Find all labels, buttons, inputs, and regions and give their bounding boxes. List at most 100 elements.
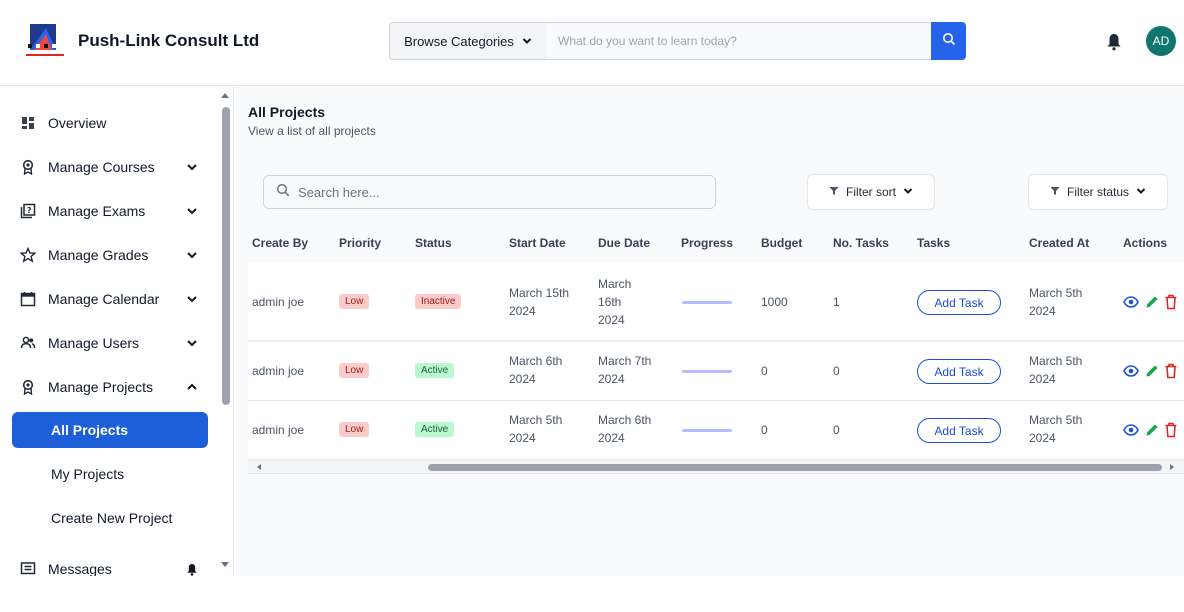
scroll-down-arrow-icon[interactable] — [221, 562, 229, 567]
sidebar-item-manage-exams[interactable]: ? Manage Exams — [12, 193, 208, 229]
chevron-down-icon — [184, 247, 200, 263]
column-header-budget[interactable]: Budget — [761, 236, 802, 250]
table-row[interactable]: admin joe Low Active March 6th 2024 Marc… — [248, 342, 1184, 401]
cell-start-date: March 15th 2024 — [509, 286, 570, 318]
column-header-tasks[interactable]: Tasks — [917, 236, 950, 250]
table-scrollbar-thumb[interactable] — [428, 464, 1162, 471]
chevron-down-icon — [903, 185, 913, 199]
column-header-priority[interactable]: Priority — [339, 236, 381, 250]
sidebar-item-manage-calendar[interactable]: Manage Calendar — [12, 281, 208, 317]
column-header-created-at[interactable]: Created At — [1029, 236, 1089, 250]
cell-start-date: March 5th 2024 — [509, 413, 563, 445]
column-header-status[interactable]: Status — [415, 236, 452, 250]
table-horizontal-scrollbar[interactable] — [248, 459, 1184, 474]
sidebar-item-manage-courses[interactable]: Manage Courses — [12, 149, 208, 185]
cell-due-date: March 7th 2024 — [598, 354, 652, 386]
course-search-input[interactable] — [546, 22, 932, 60]
filter-status-button[interactable]: Filter status — [1028, 174, 1168, 210]
brand-name[interactable]: Push-Link Consult Ltd — [78, 31, 259, 51]
scroll-right-arrow-icon[interactable] — [1170, 464, 1174, 470]
sidebar-scrollbar-thumb[interactable] — [222, 107, 230, 405]
bell-icon[interactable] — [1103, 30, 1125, 54]
sidebar-item-messages[interactable]: Messages — [12, 551, 208, 576]
company-logo[interactable] — [24, 22, 66, 60]
column-header-create-by[interactable]: Create By — [252, 236, 308, 250]
search-icon — [942, 32, 956, 51]
sidebar-item-label: Overview — [48, 115, 107, 131]
sidebar-subitem-all-projects[interactable]: All Projects — [12, 412, 208, 448]
sidebar-item-label: Manage Grades — [48, 247, 149, 263]
message-icon — [16, 557, 40, 576]
sidebar-item-manage-users[interactable]: Manage Users — [12, 325, 208, 361]
sidebar-item-label: Messages — [48, 561, 112, 576]
cell-budget: 0 — [761, 423, 768, 437]
cell-created-by: admin joe — [252, 423, 305, 437]
project-search-field[interactable] — [263, 175, 716, 209]
chevron-down-icon — [184, 335, 200, 351]
sidebar-item-label: Manage Calendar — [48, 291, 160, 307]
cell-created-at: March 5th 2024 — [1029, 286, 1083, 318]
delete-trash-icon[interactable] — [1163, 363, 1179, 379]
cell-created-at: March 5th 2024 — [1029, 354, 1083, 386]
top-header: Push-Link Consult Ltd Browse Categories … — [0, 0, 1184, 86]
sidebar-subitem-my-projects[interactable]: My Projects — [12, 456, 208, 492]
column-header-due-date[interactable]: Due Date — [598, 236, 650, 250]
award-icon — [16, 375, 40, 399]
chevron-down-icon — [184, 159, 200, 175]
chevron-down-icon — [184, 291, 200, 307]
chevron-up-icon — [184, 379, 200, 395]
scroll-up-arrow-icon[interactable] — [221, 93, 229, 98]
progress-bar — [682, 301, 732, 304]
status-badge: Active — [415, 422, 455, 437]
award-icon — [16, 155, 40, 179]
cell-no-tasks: 0 — [833, 364, 840, 378]
search-button[interactable] — [931, 22, 966, 60]
add-task-button[interactable]: Add Task — [917, 290, 1001, 315]
browse-categories-dropdown[interactable]: Browse Categories — [389, 22, 547, 60]
project-search-input[interactable] — [298, 184, 698, 200]
filter-status-label: Filter status — [1066, 185, 1129, 199]
sidebar-subitem-create-new-project[interactable]: Create New Project — [12, 500, 208, 536]
sidebar-item-label: Manage Projects — [48, 379, 154, 395]
view-eye-icon[interactable] — [1123, 422, 1139, 438]
svg-text:?: ? — [27, 206, 32, 215]
sidebar-item-manage-projects[interactable]: Manage Projects — [12, 369, 208, 405]
add-task-button[interactable]: Add Task — [917, 359, 1001, 384]
filter-icon — [829, 185, 839, 199]
cell-no-tasks: 0 — [833, 423, 840, 437]
column-header-progress[interactable]: Progress — [681, 236, 733, 250]
cell-due-date: March 6th 2024 — [598, 413, 652, 445]
edit-pencil-icon[interactable] — [1144, 294, 1160, 310]
edit-pencil-icon[interactable] — [1144, 363, 1160, 379]
filter-icon — [1050, 185, 1060, 199]
user-avatar[interactable]: AD — [1146, 26, 1176, 56]
delete-trash-icon[interactable] — [1163, 422, 1179, 438]
scroll-left-arrow-icon[interactable] — [257, 464, 261, 470]
users-icon — [16, 331, 40, 355]
delete-trash-icon[interactable] — [1163, 294, 1179, 310]
table-row[interactable]: admin joe Low Active March 5th 2024 Marc… — [248, 402, 1184, 460]
sidebar-item-manage-grades[interactable]: Manage Grades — [12, 237, 208, 273]
progress-bar — [682, 370, 732, 373]
filter-sort-label: Filter sort — [845, 185, 896, 199]
column-header-actions[interactable]: Actions — [1123, 236, 1167, 250]
view-eye-icon[interactable] — [1123, 363, 1139, 379]
sidebar: Overview Manage Courses ? Manage Exams M… — [0, 87, 234, 576]
filter-sort-button[interactable]: Filter sort — [807, 174, 935, 210]
column-header-start-date[interactable]: Start Date — [509, 236, 566, 250]
edit-pencil-icon[interactable] — [1144, 422, 1160, 438]
sidebar-item-overview[interactable]: Overview — [12, 105, 208, 141]
exam-icon: ? — [16, 199, 40, 223]
view-eye-icon[interactable] — [1123, 294, 1139, 310]
add-task-button[interactable]: Add Task — [917, 418, 1001, 443]
progress-bar — [682, 429, 732, 432]
cell-start-date: March 6th 2024 — [509, 354, 563, 386]
priority-badge: Low — [339, 422, 370, 437]
column-header-no-tasks[interactable]: No. Tasks — [833, 236, 889, 250]
cell-created-by: admin joe — [252, 364, 305, 378]
main-content: All Projects View a list of all projects… — [235, 87, 1184, 576]
table-row[interactable]: admin joe Low Inactive March 15th 2024 M… — [248, 263, 1184, 341]
chevron-down-icon — [184, 203, 200, 219]
page-title: All Projects — [248, 104, 326, 120]
priority-badge: Low — [339, 363, 370, 378]
